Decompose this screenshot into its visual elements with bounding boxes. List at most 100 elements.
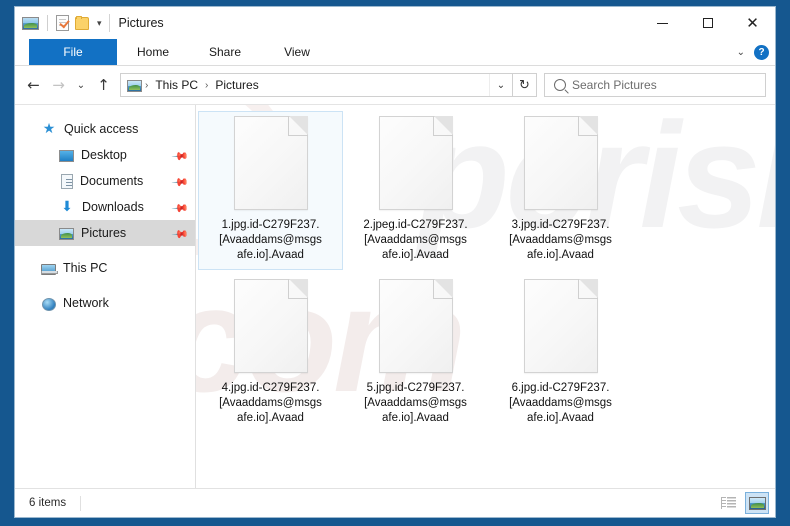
- breadcrumb-this-pc[interactable]: This PC: [151, 77, 202, 93]
- file-list-view[interactable]: pcrisk com 1.jpg.id-C279F237.[Avaaddams@…: [196, 105, 775, 488]
- status-bar: 6 items: [15, 488, 775, 517]
- title-bar: ▾ Pictures ✕: [15, 7, 775, 39]
- file-name-label: 4.jpg.id-C279F237.[Avaaddams@msgsafe.io]…: [219, 382, 322, 424]
- this-pc-icon: [41, 263, 58, 275]
- large-icons-view-button[interactable]: [745, 492, 769, 514]
- quick-access-toolbar: ▾: [15, 7, 104, 39]
- pin-icon[interactable]: 📌: [171, 147, 190, 166]
- forward-button[interactable]: →: [46, 71, 71, 99]
- file-name-label: 1.jpg.id-C279F237.[Avaaddams@msgsafe.io]…: [219, 219, 322, 261]
- sidebar-item-label: Desktop: [81, 148, 127, 162]
- pictures-icon: [59, 228, 74, 240]
- sidebar-item-desktop[interactable]: Desktop 📌: [15, 142, 195, 168]
- pin-icon[interactable]: 📌: [171, 199, 190, 218]
- blank-file-icon: [523, 279, 598, 373]
- sidebar-item-label: Quick access: [64, 122, 139, 136]
- file-tile[interactable]: 1.jpg.id-C279F237.[Avaaddams@msgsafe.io]…: [198, 111, 343, 270]
- up-button[interactable]: ↑: [91, 71, 116, 99]
- title-divider: [108, 14, 110, 32]
- file-explorer-window: ▾ Pictures ✕ File Home Share View ⌄ ? ← …: [14, 6, 776, 518]
- large-icons-view-icon: [748, 496, 766, 510]
- breadcrumb-separator: ›: [145, 79, 149, 91]
- breadcrumb: › This PC › Pictures: [121, 77, 489, 93]
- item-count-label: 6 items: [29, 497, 67, 509]
- sidebar-item-label: Documents: [80, 174, 144, 188]
- tab-share[interactable]: Share: [189, 39, 261, 65]
- tab-file[interactable]: File: [29, 39, 117, 65]
- help-button[interactable]: ?: [754, 44, 769, 60]
- close-button[interactable]: ✕: [730, 7, 775, 39]
- close-icon: ✕: [746, 13, 759, 32]
- blank-file-icon: [378, 279, 453, 373]
- pictures-icon[interactable]: [22, 16, 39, 30]
- address-field[interactable]: › This PC › Pictures ⌄: [120, 73, 513, 97]
- pin-icon[interactable]: 📌: [171, 225, 190, 244]
- expand-ribbon-icon[interactable]: ⌄: [737, 47, 745, 58]
- sidebar-item-pictures[interactable]: Pictures 📌: [15, 220, 195, 246]
- minimize-button[interactable]: [640, 7, 685, 39]
- tab-home[interactable]: Home: [117, 39, 189, 65]
- breadcrumb-pictures[interactable]: Pictures: [211, 77, 262, 93]
- blank-file-icon: [378, 116, 453, 210]
- window-title: Pictures: [118, 16, 164, 30]
- search-input[interactable]: Search Pictures: [544, 73, 766, 97]
- star-icon: ★: [42, 121, 56, 137]
- back-button[interactable]: ←: [21, 71, 46, 99]
- address-dropdown-icon[interactable]: ⌄: [489, 74, 512, 96]
- view-toggle-group: [716, 492, 769, 514]
- tab-view[interactable]: View: [261, 39, 333, 65]
- file-grid: 1.jpg.id-C279F237.[Avaaddams@msgsafe.io]…: [196, 105, 775, 437]
- ribbon-tab-bar: File Home Share View ⌄ ?: [15, 39, 775, 66]
- details-view-button[interactable]: [716, 492, 740, 514]
- downloads-icon: ⬇: [61, 199, 73, 215]
- recent-locations-button[interactable]: ⌄: [71, 71, 91, 99]
- file-tile[interactable]: 2.jpeg.id-C279F237.[Avaaddams@msgsafe.io…: [343, 111, 488, 270]
- new-folder-icon[interactable]: [75, 15, 89, 30]
- blank-file-icon: [233, 279, 308, 373]
- sidebar-item-network[interactable]: Network: [15, 290, 195, 316]
- details-view-icon: [720, 497, 736, 509]
- explorer-body: ★ Quick access Desktop 📌 Documents 📌 ⬇ D…: [15, 104, 775, 488]
- breadcrumb-pictures-icon[interactable]: [127, 80, 142, 92]
- desktop-background: ▾ Pictures ✕ File Home Share View ⌄ ? ← …: [0, 0, 790, 526]
- file-tile[interactable]: 3.jpg.id-C279F237.[Avaaddams@msgsafe.io]…: [488, 111, 633, 270]
- status-divider: [80, 495, 82, 511]
- navigation-pane: ★ Quick access Desktop 📌 Documents 📌 ⬇ D…: [15, 105, 196, 488]
- documents-icon: [61, 174, 73, 189]
- sidebar-item-label: Pictures: [81, 226, 127, 240]
- sidebar-item-label: This PC: [63, 261, 108, 275]
- search-icon: [554, 79, 566, 91]
- refresh-button[interactable]: ↻: [513, 73, 537, 97]
- sidebar-item-label: Downloads: [82, 200, 144, 214]
- pin-icon[interactable]: 📌: [171, 173, 190, 192]
- search-placeholder: Search Pictures: [572, 78, 657, 92]
- blank-file-icon: [523, 116, 598, 210]
- toolbar-divider: [47, 15, 48, 31]
- breadcrumb-separator: ›: [205, 79, 209, 91]
- file-tile[interactable]: 6.jpg.id-C279F237.[Avaaddams@msgsafe.io]…: [488, 274, 633, 433]
- file-name-label: 2.jpeg.id-C279F237.[Avaaddams@msgsafe.io…: [363, 219, 468, 261]
- file-name-label: 3.jpg.id-C279F237.[Avaaddams@msgsafe.io]…: [509, 219, 612, 261]
- file-name-label: 5.jpg.id-C279F237.[Avaaddams@msgsafe.io]…: [364, 382, 467, 424]
- sidebar-item-documents[interactable]: Documents 📌: [15, 168, 195, 194]
- address-bar: ← → ⌄ ↑ › This PC › Pictures ⌄ ↻ Search …: [15, 66, 775, 104]
- sidebar-item-quick-access[interactable]: ★ Quick access: [15, 116, 195, 142]
- file-tile[interactable]: 5.jpg.id-C279F237.[Avaaddams@msgsafe.io]…: [343, 274, 488, 433]
- sidebar-item-label: Network: [63, 296, 109, 310]
- sidebar-item-downloads[interactable]: ⬇ Downloads 📌: [15, 194, 195, 220]
- blank-file-icon: [233, 116, 308, 210]
- maximize-button[interactable]: [685, 7, 730, 39]
- minimize-icon: [657, 22, 668, 24]
- chevron-down-icon[interactable]: ▾: [95, 18, 104, 28]
- desktop-icon: [59, 150, 74, 162]
- file-name-label: 6.jpg.id-C279F237.[Avaaddams@msgsafe.io]…: [509, 382, 612, 424]
- properties-icon[interactable]: [56, 15, 69, 31]
- window-controls: ✕: [640, 7, 775, 39]
- network-icon: [42, 297, 56, 311]
- file-tile[interactable]: 4.jpg.id-C279F237.[Avaaddams@msgsafe.io]…: [198, 274, 343, 433]
- maximize-icon: [702, 18, 713, 28]
- sidebar-item-this-pc[interactable]: This PC: [15, 255, 195, 281]
- ribbon-right-controls: ⌄ ?: [737, 39, 769, 65]
